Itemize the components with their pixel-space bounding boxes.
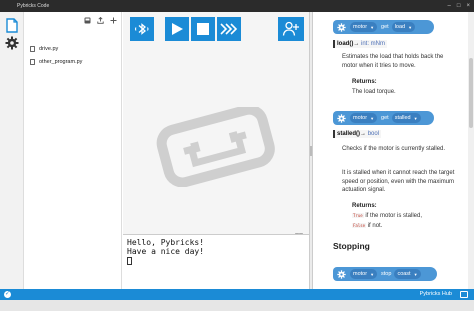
load-signature: load()→ int: mNm <box>333 40 388 48</box>
bluetooth-icon <box>135 23 149 35</box>
block-verb: stop <box>381 271 392 277</box>
block-field-dropdown[interactable]: coast ▼ <box>394 269 421 279</box>
block-object-dropdown[interactable]: motor ▼ <box>350 269 378 279</box>
file-name: drive.py <box>39 46 59 52</box>
load-returns-value: The load torque. <box>352 89 396 95</box>
block-object-dropdown[interactable]: motor ▼ <box>350 22 378 32</box>
load-returns-label: Returns: <box>352 79 377 85</box>
motor-get-stalled-block[interactable]: motor ▼ get stalled ▼ <box>333 111 434 125</box>
docs-scrollbar[interactable] <box>468 12 474 289</box>
document-icon <box>30 46 35 52</box>
stop-icon <box>197 23 209 35</box>
activity-settings-button[interactable] <box>3 34 21 52</box>
close-icon[interactable]: × <box>466 0 470 12</box>
bluetooth-button[interactable] <box>130 17 154 41</box>
section-heading: Stopping <box>333 241 370 251</box>
repl-button[interactable] <box>217 17 241 41</box>
stop-button[interactable] <box>191 17 215 41</box>
fast-forward-icon <box>220 23 238 35</box>
file-explorer: drive.py other_program.py <box>24 12 122 289</box>
terminal-line: Have a nice day! <box>127 247 205 256</box>
maximize-icon[interactable]: □ <box>457 0 461 12</box>
gear-icon <box>5 36 19 50</box>
docs-scrollbar-thumb[interactable] <box>469 58 473 128</box>
gear-icon <box>335 112 347 124</box>
check-circle-icon[interactable]: ✓ <box>4 291 11 298</box>
activity-bar <box>0 12 24 289</box>
archive-icon[interactable] <box>83 16 91 24</box>
terminal-cursor <box>127 257 132 265</box>
editor-area <box>123 12 309 239</box>
motor-stop-coast-block[interactable]: motor ▼ stop coast ▼ <box>333 267 437 281</box>
file-icon <box>6 17 18 33</box>
hub-name[interactable]: Pybricks Hub <box>420 289 452 300</box>
block-field-dropdown[interactable]: stalled ▼ <box>391 113 421 123</box>
play-icon <box>172 23 183 35</box>
stalled-returns-true: True if the motor is stalled, <box>352 213 423 219</box>
gear-icon <box>335 268 347 280</box>
splitter-grip[interactable] <box>310 146 312 156</box>
gear-icon <box>335 21 347 33</box>
pybricks-logo <box>156 104 276 192</box>
explorer-toolbar <box>83 16 117 24</box>
title-bar: Pybricks Code – □ × <box>0 0 474 12</box>
stalled-description-detail: It is stalled when it cannot reach the t… <box>342 170 455 193</box>
stalled-returns-false: False if not. <box>352 223 383 229</box>
minimize-icon[interactable]: – <box>448 0 451 12</box>
block-verb: get <box>381 115 389 121</box>
load-description: Estimates the load that holds back the m… <box>342 54 444 69</box>
motor-get-load-block[interactable]: motor ▼ get load ▼ <box>333 20 434 34</box>
app-window: drive.py other_program.py Hello, Pybrick… <box>0 12 474 289</box>
status-bar: ✓ Pybricks Hub <box>0 289 474 300</box>
window-bottom-edge <box>0 300 474 311</box>
block-verb: get <box>381 24 389 30</box>
run-button[interactable] <box>165 17 189 41</box>
activity-explorer-button[interactable] <box>3 16 21 34</box>
plus-icon[interactable] <box>109 16 117 24</box>
window-controls: – □ × <box>448 0 470 12</box>
file-item-drive[interactable]: drive.py <box>30 46 58 52</box>
export-icon[interactable] <box>96 16 104 24</box>
file-item-other-program[interactable]: other_program.py <box>30 59 82 65</box>
add-person-icon <box>282 21 299 36</box>
stalled-returns-label: Returns: <box>352 203 377 209</box>
document-icon <box>30 59 35 65</box>
block-object-dropdown[interactable]: motor ▼ <box>350 113 378 123</box>
documentation-pane: motor ▼ get load ▼ load()→ int: mNm Estima… <box>313 12 474 289</box>
block-field-dropdown[interactable]: load ▼ <box>391 22 416 32</box>
window-title: Pybricks Code <box>17 3 50 9</box>
battery-icon <box>460 291 468 298</box>
terminal-line: Hello, Pybricks! <box>127 238 205 247</box>
main-toolbar <box>130 17 241 41</box>
stalled-signature: stalled()→ bool <box>333 130 382 138</box>
file-name: other_program.py <box>39 59 83 65</box>
add-hub-button[interactable] <box>278 17 304 41</box>
stalled-description: Checks if the motor is currently stalled… <box>342 146 446 152</box>
terminal[interactable]: Hello, Pybricks! Have a nice day! <box>123 234 309 289</box>
